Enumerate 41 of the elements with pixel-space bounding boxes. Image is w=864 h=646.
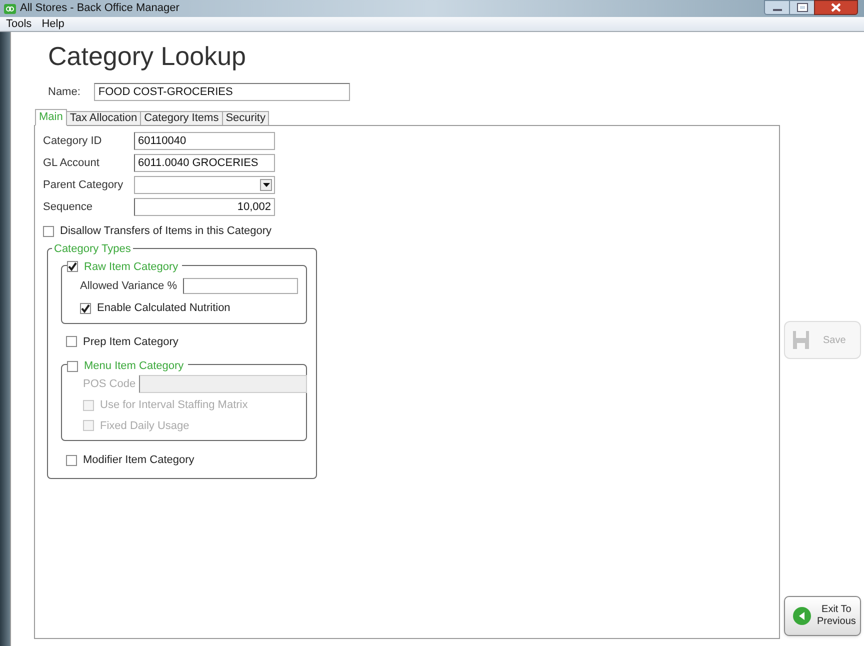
number-field[interactable]: 10,002	[134, 198, 275, 216]
window-title: All Stores - Back Office Manager	[20, 1, 180, 16]
tab[interactable]: Tax Allocation	[66, 111, 142, 126]
field-label: POS Code	[83, 376, 136, 392]
tab[interactable]: Security	[222, 111, 270, 126]
name-field[interactable]: FOOD COST-GROCERIES	[94, 83, 350, 101]
field-label: Sequence	[43, 200, 94, 215]
input-field[interactable]	[183, 278, 298, 294]
field-label: Category ID	[43, 134, 103, 149]
input-field[interactable]	[138, 375, 307, 393]
maximize-button[interactable]	[790, 0, 814, 15]
field-label: Allowed Variance %	[80, 278, 178, 294]
checkbox-label: Use for Interval Staffing Matrix	[100, 398, 248, 413]
checkbox[interactable]	[67, 360, 78, 372]
checkbox[interactable]	[80, 302, 91, 314]
checkbox-label: Modifier Item Category	[83, 453, 194, 468]
minimize-button[interactable]	[764, 0, 790, 15]
close-button[interactable]	[814, 0, 858, 15]
page-heading: Category Lookup	[48, 40, 248, 73]
field-label: Name:	[48, 84, 80, 100]
field-label: GL Account	[43, 156, 100, 171]
checkbox[interactable]	[66, 336, 77, 348]
checkbox-label: Raw Item Category	[84, 260, 178, 274]
checkbox-label: Fixed Daily Usage	[100, 418, 190, 434]
checkbox-label: Menu Item Category	[84, 359, 184, 374]
field-label: Parent Category	[43, 178, 124, 193]
checkbox[interactable]	[66, 454, 77, 466]
close-icon	[831, 3, 841, 12]
checkbox-label: Enable Calculated Nutrition	[97, 301, 230, 316]
checkbox-label: Disallow Transfers of Items in this Category	[60, 224, 272, 239]
checkbox-label: Prep Item Category	[83, 334, 178, 350]
menu-item[interactable]: Help	[42, 16, 64, 32]
input-field[interactable]: 60110040	[134, 132, 275, 150]
tab[interactable]: Category Items	[140, 111, 223, 126]
app-icon	[4, 4, 16, 14]
checkbox[interactable]	[43, 226, 54, 237]
exit-button[interactable]: Exit To Previous	[784, 596, 861, 636]
dropdown-field[interactable]	[134, 176, 275, 194]
checkbox[interactable]	[67, 261, 78, 272]
input-field[interactable]: 6011.0040 GROCERIES	[134, 154, 275, 172]
menu-item[interactable]: Tools	[6, 16, 32, 32]
